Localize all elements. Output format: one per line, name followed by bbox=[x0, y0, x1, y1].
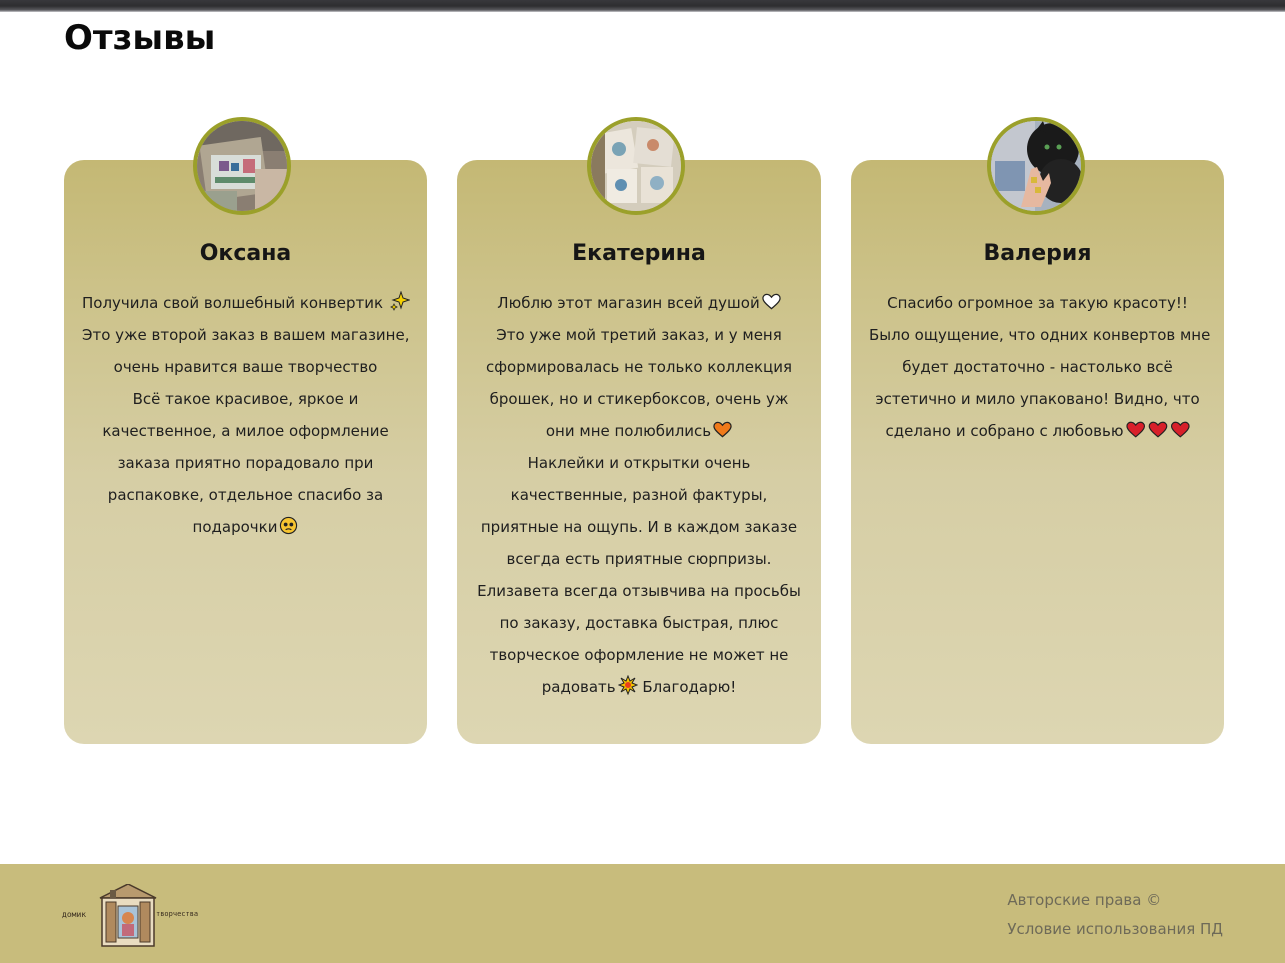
review-card: Екатерина Люблю этот магазин всей душой … bbox=[457, 117, 821, 744]
collision-emoji-icon bbox=[617, 675, 638, 695]
review-line: эстетично и мило упаковано! Видно, что bbox=[875, 390, 1200, 408]
review-line: Люблю этот магазин всей душой bbox=[475, 287, 803, 319]
customer-photo-stickers-icon bbox=[591, 121, 681, 211]
review-line: качественное, а милое оформление bbox=[102, 422, 389, 440]
review-line: распаковке, отдельное спасибо за bbox=[107, 486, 384, 504]
review-text: Люблю этот магазин всей душой Это уже мо… bbox=[475, 287, 803, 703]
review-line: Это уже второй заказ в вашем магазине, bbox=[82, 326, 410, 344]
review-line: будет достаточно - настолько всё bbox=[902, 358, 1173, 376]
reviewer-avatar bbox=[987, 117, 1085, 215]
review-line: всегда есть приятные сюрпризы. bbox=[506, 550, 772, 568]
three-red-hearts-emoji-icon bbox=[1125, 421, 1190, 438]
review-line: сделано и собрано с любовью bbox=[869, 415, 1206, 447]
review-line: Наклейки и открытки очень bbox=[527, 454, 751, 472]
white-heart-emoji-icon bbox=[762, 293, 781, 310]
review-line: сформировалась не только коллекция bbox=[485, 358, 793, 376]
orange-heart-emoji-icon bbox=[713, 421, 732, 438]
review-line: качественные, разной фактуры, bbox=[510, 486, 768, 504]
review-text: Получила свой волшебный конвертик Это уж… bbox=[82, 287, 410, 543]
review-line: подарочки bbox=[82, 511, 409, 543]
customer-photo-cat-icon bbox=[991, 121, 1081, 211]
footer-links: Авторские права © Условие использования … bbox=[1007, 886, 1223, 944]
review-card: Валерия Спасибо огромное за такую красот… bbox=[851, 117, 1224, 744]
reviewer-avatar bbox=[193, 117, 291, 215]
browser-top-bar bbox=[0, 0, 1285, 12]
reviewer-name: Оксана bbox=[199, 241, 292, 266]
review-line: Было ощущение, что одних конвертов мне bbox=[869, 326, 1211, 344]
data-usage-terms-link[interactable]: Условие использования ПД bbox=[1007, 915, 1223, 944]
review-line: Елизавета всегда отзывчива на просьбы bbox=[477, 582, 801, 600]
page-title: Отзывы bbox=[64, 18, 216, 58]
review-line: Всё такое красивое, яркое и bbox=[132, 390, 359, 408]
review-line: Спасибо огромное за такую красоту!! bbox=[887, 294, 1188, 312]
review-line: радовать Благодарю! bbox=[475, 671, 803, 703]
copyright-link[interactable]: Авторские права © bbox=[1007, 886, 1223, 915]
customer-photo-envelope-icon bbox=[197, 121, 287, 211]
review-line: приятные на ощупь. И в каждом заказе bbox=[480, 518, 798, 536]
pleading-face-emoji-icon bbox=[280, 516, 298, 535]
reviewer-name: Валерия bbox=[983, 241, 1092, 266]
review-line: Это уже мой третий заказ, и у меня bbox=[496, 326, 782, 344]
review-line: творческое оформление не может не bbox=[489, 646, 789, 664]
sparkles-emoji-icon bbox=[389, 291, 410, 311]
review-line: брошек, но и стикербоксов, очень уж bbox=[489, 390, 789, 408]
review-card: Оксана Получила свой волшебный конвертик… bbox=[64, 117, 427, 744]
reviewer-name: Екатерина bbox=[572, 241, 706, 266]
review-line: заказа приятно порадовало при bbox=[117, 454, 374, 472]
review-line: они мне полюбились bbox=[475, 415, 803, 447]
reviewer-avatar bbox=[587, 117, 685, 215]
review-line: Получила свой волшебный конвертик bbox=[82, 287, 410, 319]
site-logo[interactable]: домик творчества bbox=[62, 883, 208, 952]
logo-text-right: творчества bbox=[156, 910, 199, 918]
review-line: очень нравится ваше творчество bbox=[113, 358, 378, 376]
site-footer: домик творчества Авторские права © Услов… bbox=[0, 864, 1285, 963]
review-line: по заказу, доставка быстрая, плюс bbox=[499, 614, 779, 632]
logo-text-left: домик bbox=[62, 910, 87, 919]
review-text: Спасибо огромное за такую красоту!! Было… bbox=[869, 287, 1211, 447]
